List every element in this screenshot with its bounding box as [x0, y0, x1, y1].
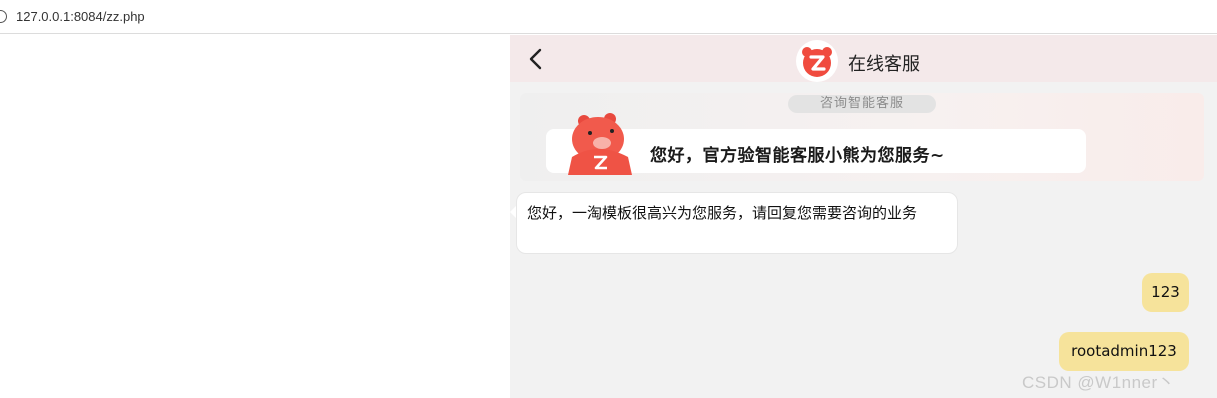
agent-message: 您好，一淘模板很高兴为您服务，请回复您需要咨询的业务 [516, 192, 958, 254]
chat-title: 在线客服 [848, 54, 920, 75]
site-info-icon[interactable] [0, 10, 7, 23]
url-text[interactable]: 127.0.0.1:8084/zz.php [16, 9, 145, 24]
brand-logo [796, 40, 838, 82]
welcome-banner: 咨询智能客服 您好，官方验智能客服小熊为您服务~ [520, 93, 1204, 181]
banner-greeting: 您好，官方验智能客服小熊为您服务~ [650, 146, 945, 166]
banner-pill: 咨询智能客服 [788, 95, 936, 113]
chat-panel: 在线客服 咨询智能客服 您好，官方验智能客服小熊为您服务~ 您好，一淘模板很高兴… [510, 35, 1217, 398]
user-message: 123 [1142, 273, 1189, 312]
bear-mascot-icon [568, 113, 632, 175]
blank-page-area [0, 35, 510, 398]
brand-z-icon [802, 47, 832, 77]
address-bar[interactable]: 127.0.0.1:8084/zz.php [0, 0, 1217, 34]
user-message: rootadmin123 [1059, 332, 1189, 371]
watermark: CSDN @W1nner丶 [1022, 373, 1176, 392]
chevron-left-icon[interactable] [528, 48, 544, 70]
chat-header: 在线客服 [510, 35, 1217, 82]
